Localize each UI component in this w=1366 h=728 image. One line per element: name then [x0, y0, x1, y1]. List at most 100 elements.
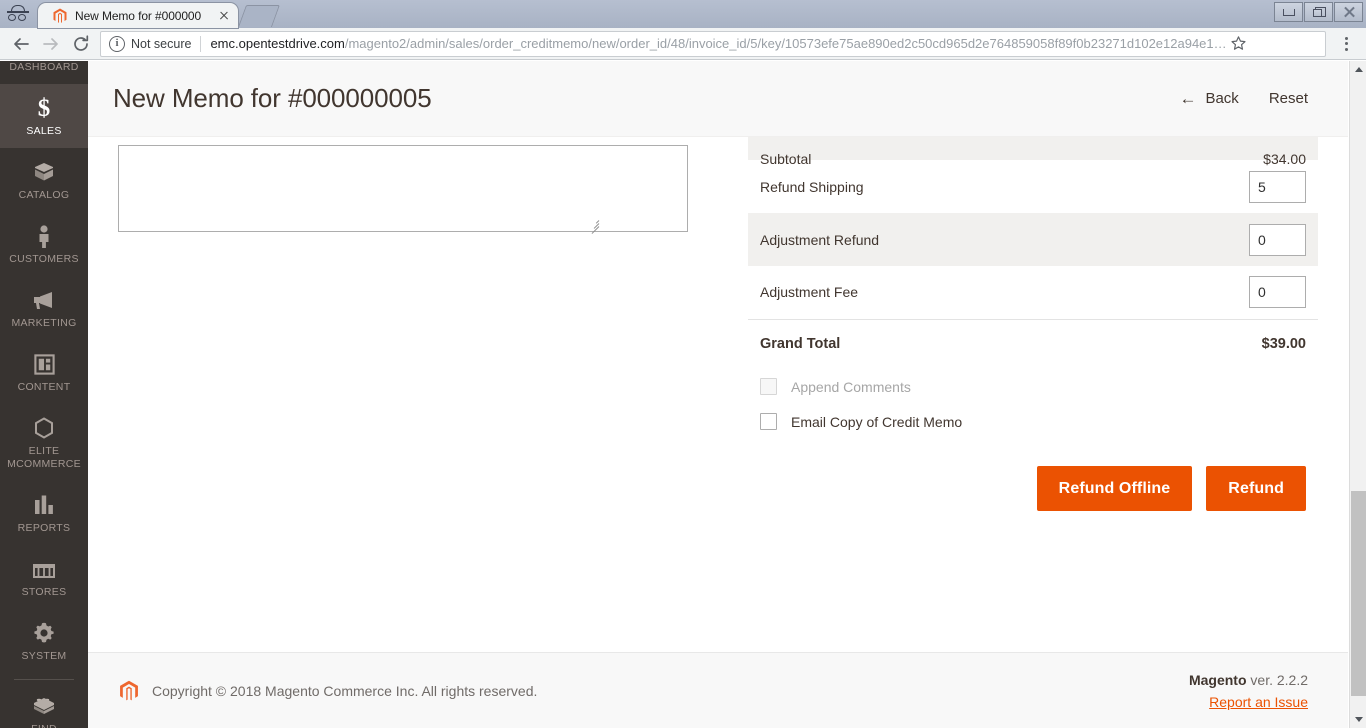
security-status-label: Not secure	[131, 36, 192, 51]
hexagon-icon	[4, 415, 84, 441]
sidebar-item-label: DASHBOARD	[9, 61, 79, 73]
storefront-icon	[4, 556, 84, 582]
email-copy-row[interactable]: Email Copy of Credit Memo	[748, 404, 1318, 439]
totals-row-label: Adjustment Refund	[760, 231, 880, 248]
refund-button[interactable]: Refund	[1206, 466, 1306, 511]
scrollbar-thumb[interactable]	[1351, 491, 1366, 696]
scroll-up-arrow-icon[interactable]	[1350, 61, 1366, 78]
page-scrollbar[interactable]	[1349, 61, 1366, 728]
refund-shipping-input[interactable]	[1249, 170, 1306, 203]
dollar-icon: $	[4, 95, 84, 121]
table-row: Refund Shipping	[748, 160, 1318, 213]
page-header: New Memo for #000000005 ← Back Reset	[88, 61, 1348, 137]
tab-close-icon[interactable]	[216, 8, 232, 24]
comment-textarea[interactable]	[118, 145, 688, 232]
sidebar-item-marketing[interactable]: MARKETING	[0, 276, 88, 340]
back-arrow-icon[interactable]	[6, 30, 36, 58]
sidebar-item-label: REPORTS	[17, 522, 71, 534]
reset-button[interactable]: Reset	[1269, 90, 1308, 107]
page-viewport: DASHBOARD $ SALES CATALOG CUSTOMERS MARK…	[0, 61, 1366, 728]
svg-text:$: $	[38, 95, 51, 121]
comment-column	[118, 145, 718, 237]
grand-total-value: $39.00	[1111, 318, 1318, 369]
totals-row-label: Adjustment Fee	[760, 284, 859, 301]
browser-tab[interactable]: New Memo for #000000	[38, 3, 238, 28]
refund-offline-button[interactable]: Refund Offline	[1036, 466, 1193, 511]
email-copy-label: Email Copy of Credit Memo	[791, 413, 963, 430]
adjustment-fee-input[interactable]	[1249, 276, 1306, 309]
tab-title: New Memo for #000000	[75, 8, 202, 23]
three-dot-menu-icon[interactable]	[1332, 30, 1360, 58]
omnibox-divider	[200, 35, 202, 52]
sidebar-item-customers[interactable]: CUSTOMERS	[0, 212, 88, 276]
sidebar-item-label: CONTENT	[17, 381, 71, 393]
window-minimize-button[interactable]	[1274, 2, 1303, 22]
sidebar-item-reports[interactable]: REPORTS	[0, 481, 88, 545]
sidebar-item-label: ELITE MCOMMERCE	[7, 445, 81, 470]
totals-column: Subtotal $34.00 Refund Shipping Adjustm	[748, 137, 1318, 511]
sidebar-item-label: SALES	[26, 125, 62, 137]
adjustment-refund-input[interactable]	[1249, 223, 1306, 256]
totals-row-value	[1112, 213, 1318, 266]
sidebar-item-label: CATALOG	[18, 189, 70, 201]
page-footer: Copyright © 2018 Magento Commerce Inc. A…	[88, 652, 1348, 728]
sidebar-item-elite-mcommerce[interactable]: ELITE MCOMMERCE	[0, 404, 88, 481]
bar-chart-icon	[4, 492, 84, 518]
person-icon	[4, 223, 84, 249]
info-circle-icon[interactable]: i	[109, 35, 125, 52]
box-icon	[4, 159, 84, 185]
incognito-indicator-icon	[0, 0, 36, 28]
refund-totals-table: Subtotal $34.00 Refund Shipping Adjustm	[748, 137, 1318, 369]
copyright-block: Copyright © 2018 Magento Commerce Inc. A…	[118, 679, 1189, 703]
totals-rows: Subtotal $34.00 Refund Shipping Adjustm	[748, 137, 1318, 369]
window-close-button[interactable]	[1334, 2, 1363, 22]
magento-logo-icon	[52, 8, 68, 24]
browser-toolbar: i Not secure emc.opentestdrive.com/magen…	[0, 28, 1366, 60]
reset-button-label: Reset	[1268, 90, 1308, 107]
admin-sidebar: DASHBOARD $ SALES CATALOG CUSTOMERS MARK…	[0, 61, 88, 728]
sidebar-item-catalog[interactable]: CATALOG	[0, 148, 88, 212]
append-comments-checkbox	[760, 378, 777, 395]
star-icon[interactable]	[1227, 32, 1251, 56]
grand-total-row: Grand Total $39.00	[748, 318, 1318, 369]
sidebar-item-stores[interactable]: STORES	[0, 545, 88, 609]
sidebar-item-label: STORES	[21, 586, 67, 598]
totals-row-label: Refund Shipping	[760, 178, 864, 195]
totals-row-value	[1112, 160, 1318, 213]
window-restore-button[interactable]	[1304, 2, 1333, 22]
back-button[interactable]: ← Back	[1179, 90, 1238, 107]
sidebar-item-system[interactable]: SYSTEM	[0, 609, 88, 673]
refund-actions: Refund Offline Refund	[748, 439, 1318, 511]
email-copy-checkbox[interactable]	[760, 413, 777, 430]
scroll-down-arrow-icon[interactable]	[1350, 711, 1366, 728]
back-arrow-icon: ←	[1179, 89, 1197, 108]
sidebar-item-label: MARKETING	[11, 317, 77, 329]
table-row: Adjustment Fee	[748, 266, 1318, 319]
sidebar-item-find-partners-extensions[interactable]: FIND PARTNERS & EXTENSIONS	[0, 682, 88, 728]
copyright-text: Copyright © 2018 Magento Commerce Inc. A…	[152, 682, 538, 699]
new-tab-button[interactable]	[237, 5, 281, 27]
sidebar-item-sales[interactable]: $ SALES	[0, 84, 88, 148]
sidebar-item-dashboard[interactable]: DASHBOARD	[0, 61, 88, 84]
megaphone-icon	[4, 287, 84, 313]
append-comments-label: Append Comments	[791, 378, 911, 395]
layout-icon	[4, 351, 84, 377]
browser-titlebar: New Memo for #000000	[0, 0, 1366, 28]
sidebar-item-label: CUSTOMERS	[9, 253, 79, 265]
totals-row-value: $34.00	[1263, 151, 1306, 167]
footer-right: Magento ver. 2.2.2 Report an Issue	[1189, 669, 1308, 713]
address-bar[interactable]: i Not secure emc.opentestdrive.com/magen…	[100, 30, 1326, 57]
url-path: /magento2/admin/sales/order_creditmemo/n…	[344, 36, 1227, 51]
back-button-label: Back	[1205, 90, 1239, 107]
window-controls	[1274, 2, 1363, 22]
version-number: ver. 2.2.2	[1246, 671, 1308, 688]
sidebar-divider	[14, 679, 74, 680]
brand-name: Magento	[1188, 671, 1247, 688]
sidebar-item-content[interactable]: CONTENT	[0, 340, 88, 404]
page-title: New Memo for #000000005	[113, 83, 432, 113]
grand-total-label: Grand Total	[748, 318, 1112, 369]
reload-icon[interactable]	[66, 30, 96, 58]
totals-row-value	[1112, 266, 1318, 319]
append-comments-row[interactable]: Append Comments	[748, 369, 1318, 404]
report-issue-link[interactable]: Report an Issue	[1189, 691, 1308, 713]
